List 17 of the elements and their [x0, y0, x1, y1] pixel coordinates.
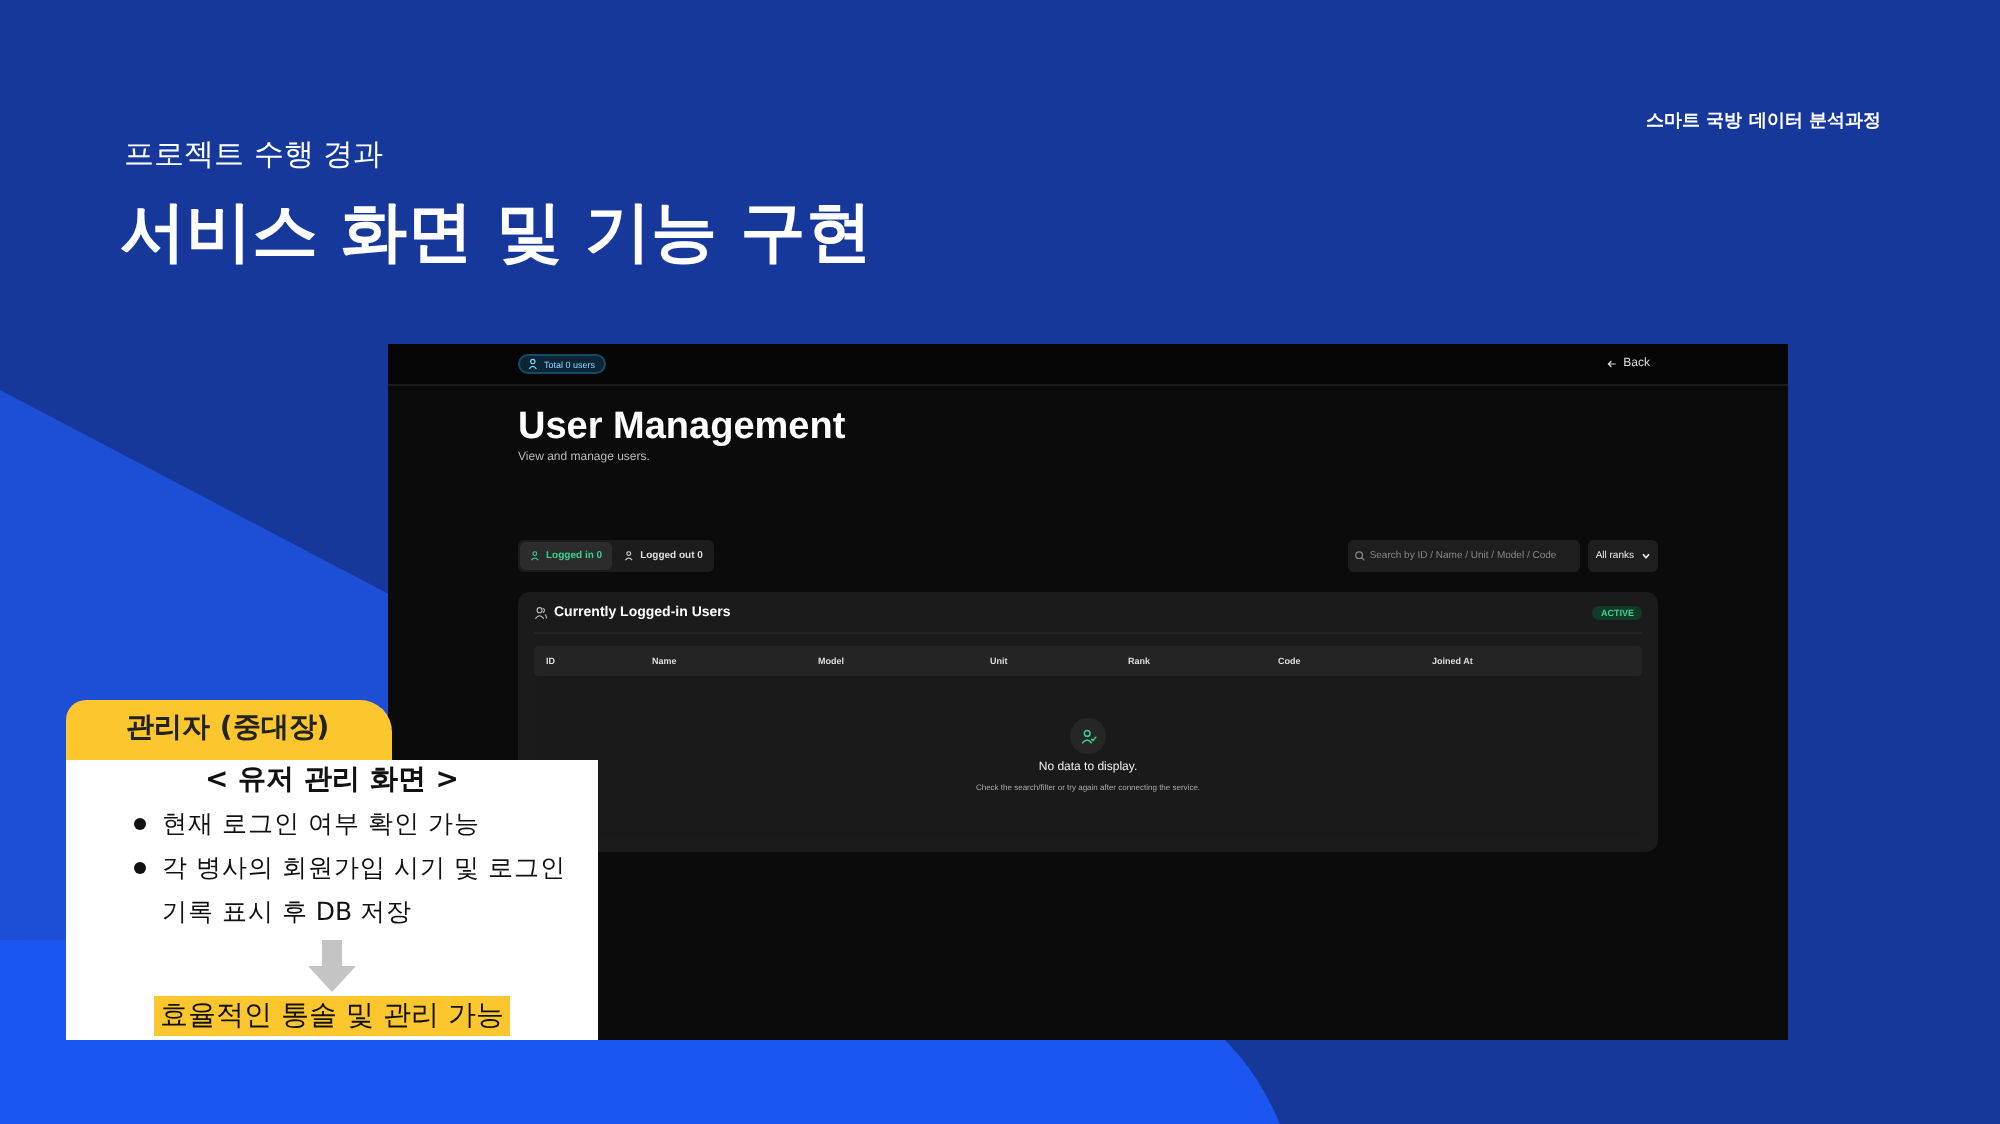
search-icon [1353, 550, 1366, 562]
user-check-icon [1070, 718, 1106, 754]
callout-heading: < 유저 관리 화면 > [205, 762, 459, 798]
chevron-down-icon [1640, 550, 1652, 562]
bullet-icon [134, 818, 146, 830]
user-icon [624, 550, 637, 562]
user-icon [530, 550, 542, 562]
course-name: 스마트 국방 데이터 분석과정 [1646, 110, 1881, 134]
slide-title: 서비스 화면 및 기능 구현 [120, 190, 872, 274]
down-arrow-icon [308, 940, 356, 992]
bullet-icon [134, 862, 146, 874]
bullet-text: 현재 로그인 여부 확인 가능 [162, 806, 482, 842]
page-title: User Management [518, 406, 848, 450]
conclusion-text: 효율적인 통솔 및 관리 가능 [154, 996, 510, 1036]
bullet-text: 각 병사의 회원가입 시기 및 로그인 기록 표시 후 DB 저장 [162, 850, 568, 930]
section-label: 프로젝트 수행 경과 [124, 136, 384, 174]
left-arrow-icon [1605, 358, 1618, 370]
